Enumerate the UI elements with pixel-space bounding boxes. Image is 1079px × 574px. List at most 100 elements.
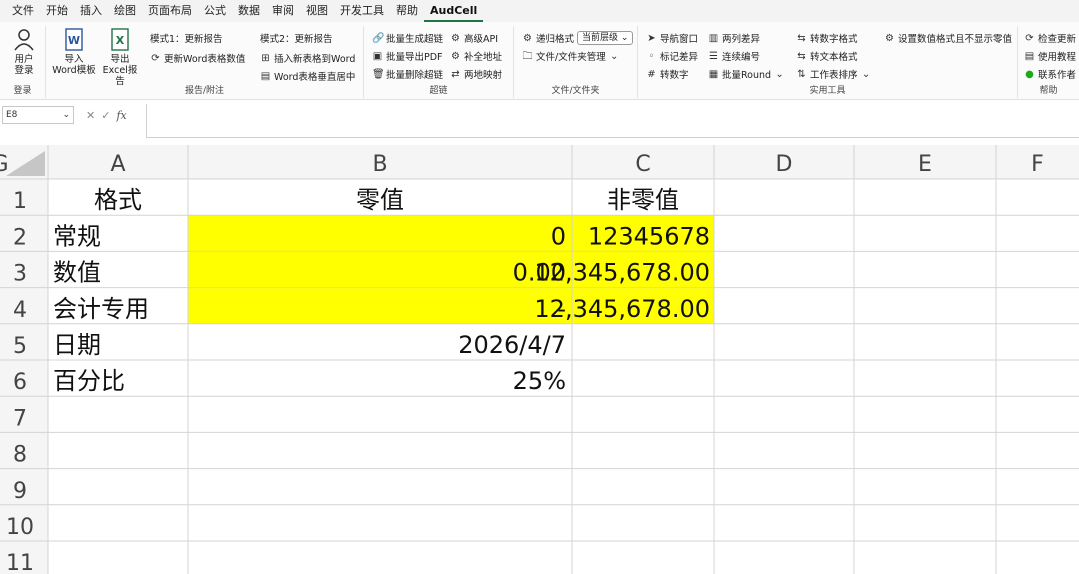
row-header-2[interactable]: 2 bbox=[13, 225, 27, 250]
row-header-6[interactable]: 6 bbox=[13, 370, 27, 395]
tab-page-layout[interactable]: 页面布局 bbox=[142, 0, 198, 22]
insert-table-to-word-button[interactable]: ⊞ 插入新表格到Word bbox=[260, 50, 355, 66]
export-excel-report-button[interactable]: X 导出 Excel报告 bbox=[98, 28, 142, 87]
cell-b1[interactable]: 零值 bbox=[356, 186, 404, 214]
column-header-d[interactable]: D bbox=[776, 152, 793, 177]
worksheet-sort-button[interactable]: ⇅ 工作表排序 ⌄ bbox=[796, 66, 872, 82]
tab-insert[interactable]: 插入 bbox=[74, 0, 108, 22]
mode1-label: 模式1：更新报告 bbox=[150, 34, 223, 45]
sort-icon: ⇅ bbox=[797, 68, 806, 80]
cell-b6[interactable]: 25% bbox=[513, 367, 566, 395]
row-header-10[interactable]: 10 bbox=[6, 515, 34, 540]
word-icon: W bbox=[65, 28, 83, 51]
pdf-icon: ▣ bbox=[372, 50, 383, 62]
cell-c3[interactable]: 12,345,678.00 bbox=[534, 259, 710, 287]
formula-input[interactable] bbox=[146, 104, 1079, 138]
tab-view[interactable]: 视图 bbox=[300, 0, 334, 22]
tab-developer[interactable]: 开发工具 bbox=[334, 0, 390, 22]
cell-a6[interactable]: 百分比 bbox=[53, 367, 125, 395]
cancel-icon[interactable]: ✕ bbox=[86, 109, 95, 122]
row-header-11[interactable]: 11 bbox=[6, 551, 34, 574]
advanced-api-button[interactable]: ⚙ 高级API bbox=[450, 30, 498, 46]
nav-window-button[interactable]: ➤ 导航窗口 bbox=[646, 30, 698, 46]
tutorial-button[interactable]: ▤ 使用教程 bbox=[1024, 48, 1076, 64]
tab-file[interactable]: 文件 bbox=[6, 0, 40, 22]
row-header-8[interactable]: 8 bbox=[13, 443, 27, 468]
cell-a4[interactable]: 会计专用 bbox=[53, 295, 149, 323]
api-icon: ⚙ bbox=[451, 32, 460, 44]
batch-round-button[interactable]: ▦ 批量Round ⌄ bbox=[708, 66, 785, 82]
row-header-7[interactable]: 7 bbox=[13, 406, 27, 431]
cell-a3[interactable]: 数值 bbox=[53, 259, 101, 287]
row-header-9[interactable]: 9 bbox=[13, 479, 27, 504]
to-number-button[interactable]: # 转数字 bbox=[646, 66, 688, 82]
folder-icon: 🗀 bbox=[522, 50, 533, 62]
chevron-down-icon: ⌄ bbox=[861, 68, 871, 80]
cell-a1[interactable]: 格式 bbox=[94, 186, 142, 214]
excel-window: 文件 开始 插入 绘图 页面布局 公式 数据 审阅 视图 开发工具 帮助 Aud… bbox=[0, 0, 1079, 574]
tab-review[interactable]: 审阅 bbox=[266, 0, 300, 22]
contact-author-button[interactable]: ● 联系作者 bbox=[1024, 66, 1076, 82]
cell-b2[interactable]: 0 bbox=[551, 222, 566, 250]
to-text-format-button[interactable]: ⇆ 转文本格式 bbox=[796, 48, 857, 64]
check-update-button[interactable]: ⟳ 检查更新 bbox=[1024, 30, 1076, 46]
column-header-a[interactable]: A bbox=[110, 152, 125, 177]
tab-formulas[interactable]: 公式 bbox=[198, 0, 232, 22]
row-header-5[interactable]: 5 bbox=[13, 334, 27, 359]
level-select[interactable]: 当前层级 ⌄ bbox=[577, 31, 634, 45]
user-login-button[interactable]: 用户 登录 bbox=[8, 28, 40, 76]
group-files: ⚙ 递归格式 当前层级 ⌄ 🗀 文件/文件夹管理 ⌄ 文件/文件夹 bbox=[514, 26, 638, 98]
set-zero-display-button[interactable]: ⚙ 设置数值格式且不显示零值 bbox=[884, 30, 1012, 46]
batch-export-pdf-button[interactable]: ▣ 批量导出PDF bbox=[372, 48, 443, 64]
two-column-diff-button[interactable]: ▥ 两列差异 bbox=[708, 30, 760, 46]
file-manage-button[interactable]: 🗀 文件/文件夹管理 ⌄ bbox=[522, 48, 620, 64]
column-header-f[interactable]: F bbox=[1031, 152, 1044, 177]
text-icon: ⇆ bbox=[797, 50, 806, 62]
two-way-map-button[interactable]: ⇄ 两地映射 bbox=[450, 66, 502, 82]
map-icon: ⇄ bbox=[451, 68, 460, 80]
column-header-b[interactable]: B bbox=[372, 152, 387, 177]
cell-a2[interactable]: 常规 bbox=[53, 222, 101, 250]
cell-c4[interactable]: 12,345,678.00 bbox=[534, 295, 710, 323]
name-box[interactable]: E8 ⌄ bbox=[2, 106, 74, 124]
recursive-format-button[interactable]: ⚙ 递归格式 当前层级 ⌄ bbox=[522, 30, 634, 46]
continuous-number-button[interactable]: ☰ 连续编号 bbox=[708, 48, 760, 64]
row-header-4[interactable]: 4 bbox=[13, 298, 27, 323]
ribbon-panel: 用户 登录 登录 W 导入 Word模板 X 导出 Excel报告 模式1：更新… bbox=[0, 22, 1079, 100]
column-header-g[interactable]: G bbox=[0, 152, 9, 177]
enter-icon[interactable]: ✓ bbox=[101, 109, 110, 122]
refresh-icon: ⟳ bbox=[151, 52, 160, 64]
settings-icon: ⚙ bbox=[885, 32, 894, 44]
word-table-center-button[interactable]: ▤ Word表格垂直居中 bbox=[260, 68, 356, 84]
wechat-icon: ● bbox=[1025, 68, 1034, 80]
fill-address-button[interactable]: ⚙ 补全地址 bbox=[450, 48, 502, 64]
batch-generate-link-button[interactable]: 🔗 批量生成超链 bbox=[372, 30, 443, 46]
chevron-down-icon: ⌄ bbox=[62, 110, 70, 120]
mark-diff-button[interactable]: ◦ 标记差异 bbox=[646, 48, 698, 64]
group-login: 用户 登录 登录 bbox=[0, 26, 46, 98]
row-header-3[interactable]: 3 bbox=[13, 262, 27, 287]
tab-draw[interactable]: 绘图 bbox=[108, 0, 142, 22]
formula-actions: ✕ ✓ fx bbox=[86, 106, 127, 124]
update-word-values-button[interactable]: ⟳ 更新Word表格数值 bbox=[150, 50, 245, 66]
tab-home[interactable]: 开始 bbox=[40, 0, 74, 22]
column-header-e[interactable]: E bbox=[918, 152, 932, 177]
cell-b5[interactable]: 2026/4/7 bbox=[458, 331, 566, 359]
tab-audcell[interactable]: AudCell bbox=[424, 0, 484, 22]
to-number-format-button[interactable]: ⇆ 转数字格式 bbox=[796, 30, 857, 46]
tab-help[interactable]: 帮助 bbox=[390, 0, 424, 22]
format-icon: ⇆ bbox=[797, 32, 806, 44]
cell-c1[interactable]: 非零值 bbox=[607, 186, 679, 214]
column-header-c[interactable]: C bbox=[635, 152, 650, 177]
number-icon: # bbox=[647, 68, 656, 80]
tab-data[interactable]: 数据 bbox=[232, 0, 266, 22]
svg-text:W: W bbox=[68, 34, 80, 47]
cell-c2[interactable]: 12345678 bbox=[588, 222, 710, 250]
book-icon: ▤ bbox=[1024, 50, 1035, 62]
insert-function-icon[interactable]: fx bbox=[116, 109, 126, 122]
cell-a5[interactable]: 日期 bbox=[53, 331, 101, 359]
batch-delete-link-button[interactable]: 🗑 批量删除超链 bbox=[372, 66, 443, 82]
list-icon: ☰ bbox=[709, 50, 718, 62]
row-header-1[interactable]: 1 bbox=[13, 189, 27, 214]
import-word-template-button[interactable]: W 导入 Word模板 bbox=[52, 28, 96, 76]
